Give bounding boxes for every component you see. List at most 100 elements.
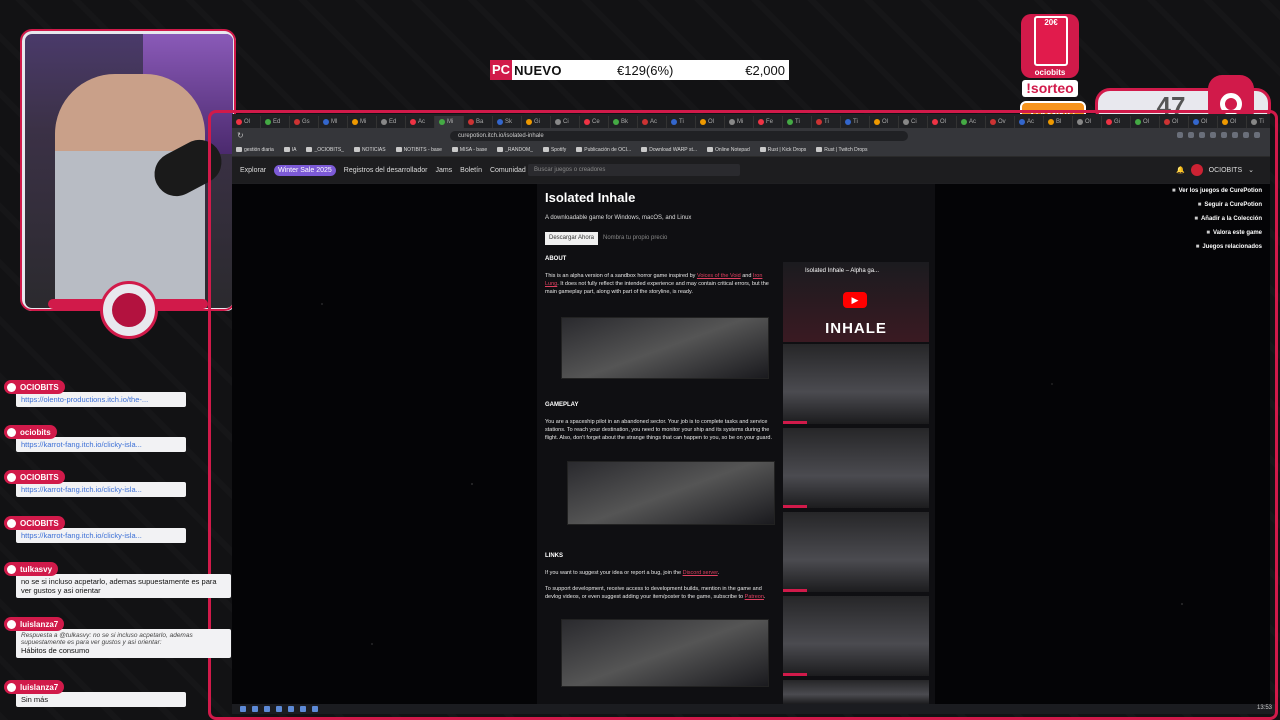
- bookmark-item[interactable]: IA: [284, 147, 297, 153]
- follow-creator-link[interactable]: Seguir a CurePotion: [1198, 202, 1262, 208]
- url-input[interactable]: curepotion.itch.io/isolated-inhale: [450, 131, 908, 141]
- extension-icon[interactable]: [1232, 132, 1238, 138]
- browser-tab[interactable]: Ol: [696, 116, 725, 128]
- browser-tab[interactable]: Ol: [928, 116, 957, 128]
- bookmark-item[interactable]: _RANDOM_: [497, 147, 533, 153]
- bookmark-item[interactable]: gestión diaria: [236, 147, 274, 153]
- screenshot-station[interactable]: [567, 461, 775, 525]
- extension-icon[interactable]: [1188, 132, 1194, 138]
- extension-icon[interactable]: [1210, 132, 1216, 138]
- extension-icon[interactable]: [1243, 132, 1249, 138]
- nav-newsletter[interactable]: Boletín: [460, 167, 482, 174]
- chevron-down-icon[interactable]: ⌄: [1248, 166, 1254, 174]
- links-heading: LINKS: [545, 553, 563, 559]
- browser-tab[interactable]: Ed: [261, 116, 290, 128]
- nav-winter-sale[interactable]: Winter Sale 2025: [274, 164, 336, 176]
- discord-link[interactable]: Discord server: [683, 570, 718, 576]
- patreon-link[interactable]: Patreon: [745, 594, 764, 600]
- browser-tab[interactable]: Ol: [1073, 116, 1102, 128]
- download-button[interactable]: Descargar Ahora: [545, 232, 599, 245]
- extension-icon[interactable]: [1177, 132, 1183, 138]
- bell-icon[interactable]: 🔔: [1176, 166, 1185, 174]
- browser-tab[interactable]: Ti: [667, 116, 696, 128]
- side-screenshot[interactable]: [783, 512, 929, 592]
- bookmark-item[interactable]: Rust | Twitch Drops: [816, 147, 867, 153]
- bookmark-item[interactable]: Download WARP st...: [641, 147, 697, 153]
- browser-tab[interactable]: Ol: [1218, 116, 1247, 128]
- add-to-collection-link[interactable]: Añadir a la Colección: [1194, 216, 1262, 222]
- side-screenshot[interactable]: [783, 680, 929, 704]
- browser-tab[interactable]: Sk: [493, 116, 522, 128]
- extension-icon[interactable]: [1254, 132, 1260, 138]
- start-icon[interactable]: [240, 706, 246, 712]
- taskbar-app-icon[interactable]: [300, 706, 306, 712]
- browser-tab[interactable]: Ti: [1247, 116, 1270, 128]
- nav-devlogs[interactable]: Registros del desarrollador: [344, 167, 428, 174]
- webcam-feed: [22, 31, 236, 311]
- browser-tab[interactable]: Gi: [522, 116, 551, 128]
- video-title: Isolated Inhale – Alpha ga...: [805, 268, 880, 274]
- nav-jams[interactable]: Jams: [435, 167, 452, 174]
- browser-tab[interactable]: Mi: [725, 116, 754, 128]
- browser-tab[interactable]: Bk: [609, 116, 638, 128]
- browser-tab[interactable]: Mi: [435, 116, 464, 128]
- browser-tab[interactable]: Ol: [1160, 116, 1189, 128]
- reload-icon[interactable]: ↻: [237, 131, 244, 140]
- bookmark-item[interactable]: Spotify: [543, 147, 566, 153]
- taskbar-app-icon[interactable]: [252, 706, 258, 712]
- search-input[interactable]: Buscar juegos o creadores: [528, 164, 740, 176]
- bookmark-item[interactable]: Online Notepad: [707, 147, 750, 153]
- browser-tab[interactable]: Ci: [899, 116, 928, 128]
- view-creator-games-link[interactable]: Ver los juegos de CurePotion: [1172, 188, 1262, 194]
- browser-tab[interactable]: Ac: [406, 116, 435, 128]
- play-icon[interactable]: ▶: [843, 292, 867, 308]
- browser-tab[interactable]: Gi: [1102, 116, 1131, 128]
- chat-user-badge: ociobits: [4, 425, 57, 439]
- bookmark-item[interactable]: NOTIBITS - base: [396, 147, 442, 153]
- bookmark-item[interactable]: _OCIOBITS_: [306, 147, 343, 153]
- browser-tab[interactable]: Fe: [754, 116, 783, 128]
- tab-favicon-icon: [497, 119, 503, 125]
- browser-tab[interactable]: Ac: [638, 116, 667, 128]
- nav-community[interactable]: Comunidad: [490, 167, 526, 174]
- voices-of-void-link[interactable]: Voices of the Void: [697, 273, 741, 279]
- screenshot-interior[interactable]: [561, 619, 769, 687]
- browser-tab[interactable]: Ti: [841, 116, 870, 128]
- browser-tab[interactable]: Ml: [319, 116, 348, 128]
- bookmark-item[interactable]: Rust | Kick Drops: [760, 147, 807, 153]
- browser-tab[interactable]: Ac: [1015, 116, 1044, 128]
- browser-tab[interactable]: Ed: [377, 116, 406, 128]
- browser-tab[interactable]: Ol: [870, 116, 899, 128]
- browser-tab[interactable]: Ti: [812, 116, 841, 128]
- browser-tab[interactable]: Gs: [290, 116, 319, 128]
- browser-tab[interactable]: Ac: [957, 116, 986, 128]
- related-games-link[interactable]: Juegos relacionados: [1196, 244, 1262, 250]
- browser-tab[interactable]: Ti: [783, 116, 812, 128]
- browser-tab[interactable]: Ce: [580, 116, 609, 128]
- taskbar-app-icon[interactable]: [312, 706, 318, 712]
- browser-tab[interactable]: Ol: [1189, 116, 1218, 128]
- bookmark-item[interactable]: NOTICIAS: [354, 147, 386, 153]
- trailer-video[interactable]: Isolated Inhale – Alpha ga... ▶ INHALE: [783, 262, 929, 342]
- browser-tab[interactable]: Ol: [1131, 116, 1160, 128]
- browser-tab[interactable]: Mi: [348, 116, 377, 128]
- rate-game-link[interactable]: Valora este game: [1206, 230, 1262, 236]
- taskbar-app-icon[interactable]: [276, 706, 282, 712]
- taskbar-app-icon[interactable]: [264, 706, 270, 712]
- side-screenshot[interactable]: [783, 596, 929, 676]
- bookmark-item[interactable]: Publicación de OCI...: [576, 147, 631, 153]
- side-screenshot[interactable]: [783, 344, 929, 424]
- browser-tab[interactable]: Bl: [1044, 116, 1073, 128]
- screenshot-ship[interactable]: [561, 317, 769, 379]
- browser-tab[interactable]: Ov: [986, 116, 1015, 128]
- extension-icon[interactable]: [1221, 132, 1227, 138]
- extension-icon[interactable]: [1199, 132, 1205, 138]
- nav-explore[interactable]: Explorar: [240, 167, 266, 174]
- browser-tab[interactable]: Ba: [464, 116, 493, 128]
- taskbar-app-icon[interactable]: [288, 706, 294, 712]
- browser-tab[interactable]: Ci: [551, 116, 580, 128]
- bookmark-item[interactable]: MISA - base: [452, 147, 487, 153]
- browser-tab[interactable]: Ol: [232, 116, 261, 128]
- side-screenshot[interactable]: [783, 428, 929, 508]
- user-menu[interactable]: 🔔 OCIOBITS ⌄: [1176, 164, 1254, 176]
